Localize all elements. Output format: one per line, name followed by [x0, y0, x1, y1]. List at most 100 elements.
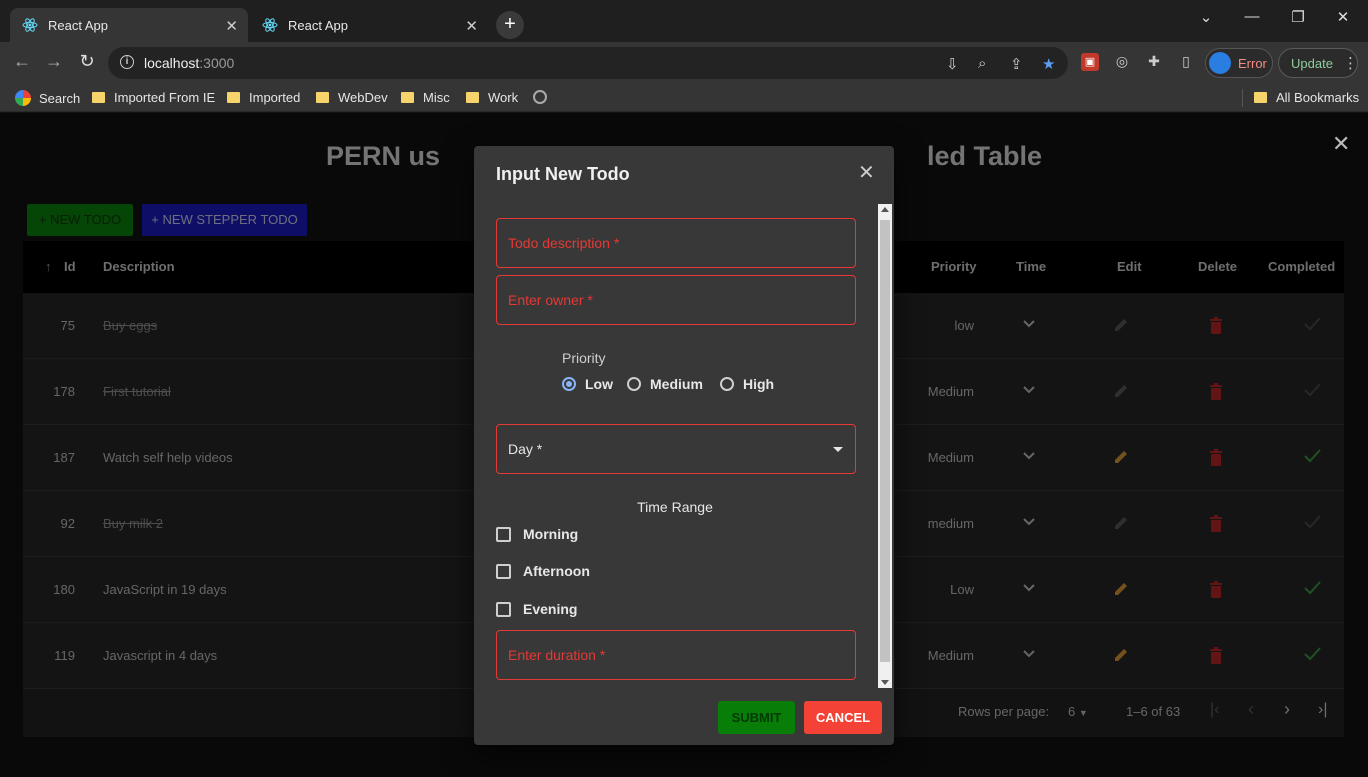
target-icon[interactable]: ◎ — [1113, 53, 1131, 71]
radio-unchecked-icon — [720, 377, 734, 391]
folder-icon — [1254, 92, 1267, 103]
field-label: Day * — [508, 441, 543, 457]
all-bookmarks[interactable]: All Bookmarks — [1254, 90, 1359, 105]
field-placeholder: Enter duration * — [508, 647, 606, 663]
browser-tab-bar: React App ✕ React App ✕ + ⌄ — ❐ ✕ — [0, 0, 1368, 42]
todo-description-input[interactable]: Todo description * — [496, 218, 856, 268]
bookmark-imported[interactable]: Imported — [227, 90, 300, 105]
url-host: localhost — [144, 55, 200, 71]
bookmark-globe[interactable] — [533, 90, 547, 104]
close-icon[interactable]: ✕ — [1332, 131, 1350, 157]
radio-label: High — [743, 376, 775, 392]
tab-title: React App — [48, 17, 108, 33]
browser-toolbar: ← → ↻ i localhost:3000 ⇩ ⌕ ⇪ ★ ▣ ◎ ✚ ▯ E… — [0, 42, 1368, 84]
owner-input[interactable]: Enter owner * — [496, 275, 856, 325]
checkbox-label: Evening — [523, 601, 578, 617]
share-icon[interactable]: ⇪ — [1010, 55, 1023, 73]
checkbox-icon — [496, 601, 511, 617]
react-icon — [262, 18, 278, 32]
divider — [1242, 89, 1243, 107]
avatar — [1209, 52, 1231, 74]
bookmark-label: Search — [39, 90, 81, 106]
new-todo-dialog: Input New Todo ✕ Todo description * Ente… — [474, 146, 894, 745]
star-icon[interactable]: ★ — [1042, 55, 1055, 73]
folder-icon — [316, 92, 329, 103]
forward-icon[interactable]: → — [42, 51, 66, 72]
folder-icon — [227, 92, 240, 103]
close-icon[interactable]: ✕ — [858, 160, 875, 185]
day-select[interactable]: Day * — [496, 424, 856, 474]
extension-icon[interactable]: ▣ — [1081, 53, 1099, 71]
checkbox-evening[interactable]: Evening — [496, 601, 577, 617]
folder-icon — [92, 92, 105, 103]
bookmark-label: Imported — [249, 90, 301, 105]
radio-checked-icon — [562, 377, 576, 391]
dialog-scrollbar[interactable] — [878, 204, 892, 688]
bookmark-misc[interactable]: Misc — [401, 90, 450, 105]
bookmark-imported-from-ie[interactable]: Imported From IE — [92, 90, 215, 105]
close-icon[interactable]: ✕ — [225, 17, 238, 35]
duration-input[interactable]: Enter duration * — [496, 630, 856, 680]
minimize-icon[interactable]: — — [1229, 8, 1275, 25]
checkbox-morning[interactable]: Morning — [496, 526, 578, 542]
browser-tab-1[interactable]: React App ✕ — [10, 8, 248, 42]
back-icon[interactable]: ← — [10, 51, 34, 72]
radio-label: Low — [585, 376, 613, 392]
install-icon[interactable]: ⇩ — [946, 55, 959, 73]
checkbox-afternoon[interactable]: Afternoon — [496, 563, 590, 579]
radio-label: Medium — [650, 376, 703, 392]
google-icon — [15, 90, 31, 106]
profile-error-button[interactable]: Error — [1205, 48, 1273, 78]
app-page: PERN usled Table + NEW TODO + NEW STEPPE… — [0, 113, 1368, 777]
zoom-icon[interactable]: ⌕ — [978, 55, 986, 72]
scroll-thumb[interactable] — [880, 220, 890, 662]
restore-icon[interactable]: ❐ — [1275, 8, 1321, 26]
dialog-title: Input New Todo — [496, 164, 630, 184]
reload-icon[interactable]: ↻ — [75, 51, 99, 72]
caret-down-icon — [833, 447, 843, 452]
address-bar[interactable]: i localhost:3000 ⇩ ⌕ ⇪ ★ — [108, 47, 1068, 79]
info-icon[interactable]: i — [120, 55, 134, 69]
priority-radio-high[interactable]: High — [720, 376, 774, 392]
window-close-icon[interactable]: ✕ — [1320, 8, 1366, 26]
cancel-button[interactable]: CANCEL — [804, 701, 882, 734]
react-icon — [22, 18, 38, 32]
scroll-down-icon[interactable] — [881, 680, 889, 685]
priority-radio-low[interactable]: Low — [562, 376, 613, 392]
priority-radio-medium[interactable]: Medium — [627, 376, 703, 392]
bookmark-webdev[interactable]: WebDev — [316, 90, 388, 105]
checkbox-label: Morning — [523, 526, 579, 542]
checkbox-icon — [496, 563, 511, 579]
field-placeholder: Todo description * — [508, 235, 620, 251]
submit-button[interactable]: SUBMIT — [718, 701, 795, 734]
dialog-content: Todo description * Enter owner * Priorit… — [474, 202, 894, 688]
priority-label: Priority — [562, 350, 606, 366]
bookmark-work[interactable]: Work — [466, 90, 518, 105]
more-icon[interactable]: ⋮ — [1343, 54, 1358, 72]
checkbox-icon — [496, 526, 511, 542]
bookmarks-bar: Search Imported From IE Imported WebDev … — [0, 84, 1368, 112]
update-label: Update — [1291, 56, 1333, 71]
bookmark-label: Work — [488, 90, 519, 105]
bookmark-label: Imported From IE — [114, 90, 216, 105]
chevron-down-icon[interactable]: ⌄ — [1183, 8, 1229, 26]
browser-tab-2[interactable]: React App ✕ — [250, 8, 488, 42]
globe-icon — [533, 90, 547, 104]
close-icon[interactable]: ✕ — [465, 17, 478, 35]
new-tab-button[interactable]: + — [496, 11, 524, 39]
radio-unchecked-icon — [627, 377, 641, 391]
tab-title: React App — [288, 17, 348, 33]
profile-status: Error — [1238, 56, 1267, 71]
update-button[interactable]: Update ⋮ — [1278, 48, 1358, 78]
time-range-label: Time Range — [637, 499, 713, 515]
folder-icon — [466, 92, 479, 103]
scroll-up-icon[interactable] — [881, 207, 889, 212]
checkbox-label: Afternoon — [523, 563, 590, 579]
bookmark-label: WebDev — [338, 90, 388, 105]
puzzle-icon[interactable]: ✚ — [1145, 53, 1163, 71]
url-text: localhost:3000 — [144, 55, 234, 71]
bookmark-search[interactable]: Search — [15, 90, 80, 106]
bookmark-label: All Bookmarks — [1276, 90, 1360, 105]
field-placeholder: Enter owner * — [508, 292, 593, 308]
sidepanel-icon[interactable]: ▯ — [1177, 53, 1195, 71]
